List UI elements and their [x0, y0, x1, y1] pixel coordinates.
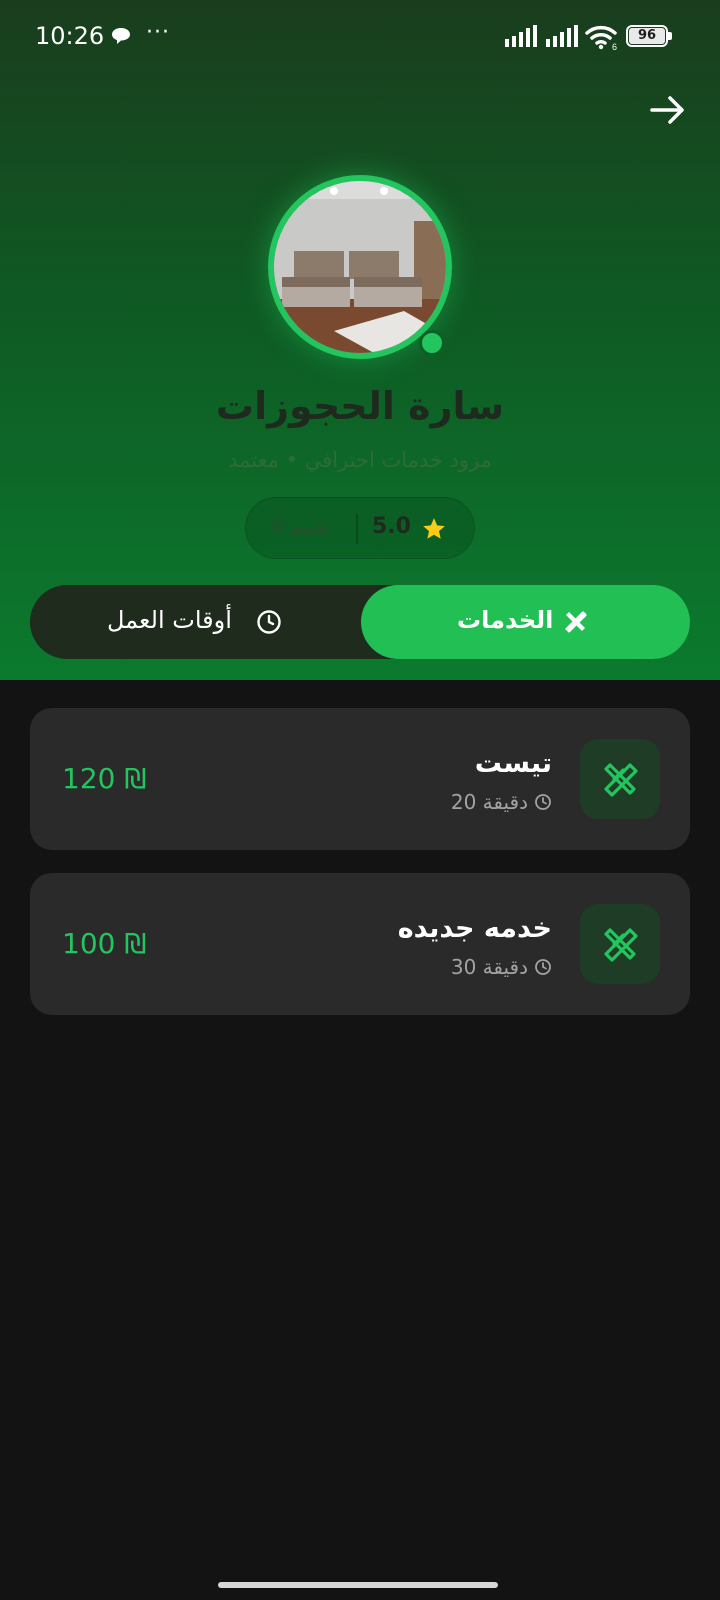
rating-divider [356, 514, 358, 544]
service-icon-box [580, 904, 660, 984]
rating-badge: 5.0 0 تقييم [245, 497, 475, 559]
bedroom-photo [274, 181, 446, 353]
service-card[interactable]: خدمه جديده 30 دقيقة 100 ₪ [30, 873, 690, 1015]
wifi-badge: 6 [612, 42, 617, 50]
rating-score: 5.0 [372, 514, 411, 539]
clock-icon [535, 794, 551, 810]
service-title: تيست [474, 748, 552, 779]
service-duration: 20 دقيقة [451, 790, 552, 814]
star-icon [421, 516, 447, 546]
provider-subtitle: مزود خدمات احترافي • معتمد [228, 448, 492, 472]
tab-services[interactable]: الخدمات [361, 585, 690, 659]
status-time: 10:26 [35, 22, 105, 50]
back-button[interactable] [646, 88, 690, 132]
tab-bar: أوقات العمل الخدمات [30, 585, 690, 659]
tools-icon [563, 609, 589, 639]
wifi-icon: 6 [585, 24, 619, 54]
avatar-container[interactable] [268, 175, 452, 359]
tab-services-label: الخدمات [457, 606, 554, 634]
tools-icon [604, 763, 638, 797]
online-status-dot [419, 330, 445, 356]
tools-icon [604, 928, 638, 962]
home-indicator[interactable] [218, 1582, 498, 1588]
service-price: 120 ₪ [62, 762, 147, 795]
clock-icon [256, 609, 282, 639]
service-card[interactable]: تيست 20 دقيقة 120 ₪ [30, 708, 690, 850]
service-duration-text: 20 دقيقة [450, 790, 528, 814]
arrow-right-icon [650, 96, 684, 124]
battery-level: 96 [637, 28, 657, 43]
signal-icon-2 [546, 25, 578, 51]
service-duration-text: 30 دقيقة [450, 955, 528, 979]
provider-name: سارة الحجوزات [215, 384, 505, 428]
tab-working-hours[interactable]: أوقات العمل [30, 585, 361, 659]
rating-count: 0 تقييم [272, 516, 330, 538]
battery-icon: 96 [626, 25, 672, 47]
service-icon-box [580, 739, 660, 819]
more-notifications-icon: ··· [146, 20, 170, 45]
signal-icon [505, 25, 537, 51]
service-price: 100 ₪ [62, 927, 147, 960]
service-duration: 30 دقيقة [451, 955, 552, 979]
clock-icon [535, 959, 551, 975]
tab-working-hours-label: أوقات العمل [107, 606, 232, 634]
chat-bubble-icon [111, 26, 131, 50]
status-bar: 10:26 ··· 6 96 [0, 0, 720, 76]
service-title: خدمه جديده [397, 913, 552, 944]
